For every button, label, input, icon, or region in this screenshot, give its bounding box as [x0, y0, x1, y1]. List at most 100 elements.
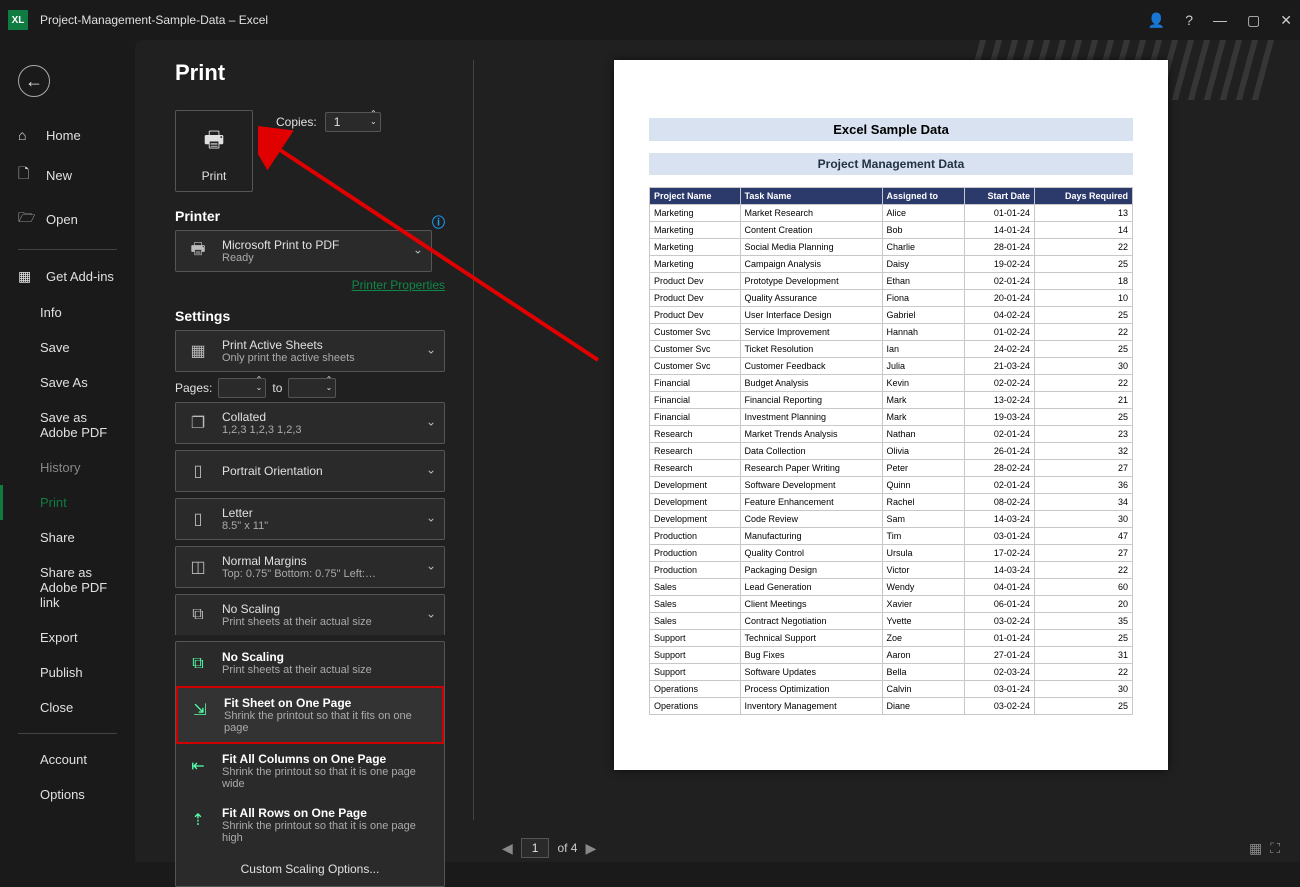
page-navigation: ◀ 1 of 4 ▶ ▦ ⛶: [502, 828, 1280, 862]
print-what-dropdown[interactable]: ▦ Print Active Sheets Only print the act…: [175, 330, 445, 372]
printer-device-icon: 🖶: [184, 237, 212, 265]
table-row: Customer SvcCustomer FeedbackJulia21-03-…: [650, 358, 1133, 375]
table-header: Project Name: [650, 188, 741, 205]
nav-open[interactable]: 🗁Open: [0, 197, 135, 241]
fit-cols-icon: ⇤: [184, 752, 212, 780]
nav-share[interactable]: Share: [0, 520, 135, 555]
printer-info-icon[interactable]: ⓘ: [432, 212, 445, 231]
table-row: SupportSoftware UpdatesBella02-03-2422: [650, 664, 1133, 681]
nav-new[interactable]: 🗋New: [0, 153, 135, 197]
nav-options[interactable]: Options: [0, 777, 135, 812]
paper-desc: 8.5" x 11": [222, 520, 268, 532]
paper-size-dropdown[interactable]: ▯ Letter 8.5" x 11": [175, 498, 445, 540]
scale-option-fit-rows[interactable]: ⇡ Fit All Rows on One Page Shrink the pr…: [176, 798, 444, 852]
nav-info[interactable]: Info: [0, 295, 135, 330]
nav-share-adobe[interactable]: Share as Adobe PDF link: [0, 555, 135, 620]
table-row: SalesLead GenerationWendy04-01-2460: [650, 579, 1133, 596]
page-title: Print: [175, 60, 445, 86]
scaling-options-flyout: ⧉ No Scaling Print sheets at their actua…: [175, 641, 445, 887]
print-preview-area: Excel Sample Data Project Management Dat…: [502, 60, 1300, 862]
orientation-label: Portrait Orientation: [222, 464, 323, 478]
nav-save-adobe[interactable]: Save as Adobe PDF: [0, 400, 135, 450]
excel-app-icon: XL: [8, 10, 28, 30]
back-button[interactable]: ←: [18, 65, 50, 97]
panel-divider: [473, 60, 474, 820]
no-scale-icon: ⧉: [184, 650, 212, 678]
nav-save[interactable]: Save: [0, 330, 135, 365]
window-title: Project-Management-Sample-Data – Excel: [40, 13, 268, 27]
show-margins-icon[interactable]: ▦: [1249, 840, 1262, 857]
fit-sheet-title: Fit Sheet on One Page: [224, 696, 434, 710]
backstage-sidebar: ← ⌂Home 🗋New 🗁Open ▦Get Add-ins Info Sav…: [0, 40, 135, 862]
pages-from-spinner[interactable]: [218, 378, 266, 398]
orientation-dropdown[interactable]: ▯ Portrait Orientation: [175, 450, 445, 492]
fit-cols-title: Fit All Columns on One Page: [222, 752, 436, 766]
close-icon[interactable]: ✕: [1280, 12, 1292, 29]
table-row: DevelopmentCode ReviewSam14-03-2430: [650, 511, 1133, 528]
preview-table: Project NameTask NameAssigned toStart Da…: [649, 187, 1133, 715]
scaling-icon: ⧉: [184, 601, 212, 629]
printer-dropdown[interactable]: 🖶 Microsoft Print to PDF Ready: [175, 230, 432, 272]
table-row: ProductionManufacturingTim03-01-2447: [650, 528, 1133, 545]
prev-page-button[interactable]: ◀: [502, 840, 513, 857]
scaling-desc: Print sheets at their actual size: [222, 616, 372, 628]
fit-sheet-icon: ⇲: [186, 696, 214, 724]
table-row: Customer SvcTicket ResolutionIan24-02-24…: [650, 341, 1133, 358]
scale-option-custom[interactable]: Custom Scaling Options...: [176, 852, 444, 886]
table-row: ProductionQuality ControlUrsula17-02-242…: [650, 545, 1133, 562]
open-icon: 🗁: [18, 207, 36, 231]
copies-spinner[interactable]: 1: [325, 112, 381, 132]
print-active-desc: Only print the active sheets: [222, 352, 355, 364]
fit-rows-title: Fit All Rows on One Page: [222, 806, 436, 820]
fit-rows-desc: Shrink the printout so that it is one pa…: [222, 820, 436, 844]
scaling-dropdown[interactable]: ⧉ No Scaling Print sheets at their actua…: [175, 594, 445, 635]
printer-status: Ready: [222, 252, 339, 264]
scale-option-fit-cols[interactable]: ⇤ Fit All Columns on One Page Shrink the…: [176, 744, 444, 798]
printer-name: Microsoft Print to PDF: [222, 238, 339, 252]
no-scale-desc: Print sheets at their actual size: [222, 664, 372, 676]
table-row: ResearchData CollectionOlivia26-01-2432: [650, 443, 1133, 460]
page-total-label: of 4: [557, 841, 577, 855]
scale-option-no-scaling[interactable]: ⧉ No Scaling Print sheets at their actua…: [176, 642, 444, 686]
scale-option-fit-sheet[interactable]: ⇲ Fit Sheet on One Page Shrink the print…: [176, 686, 444, 744]
maximize-icon[interactable]: ▢: [1247, 12, 1260, 29]
zoom-to-page-icon[interactable]: ⛶: [1270, 840, 1280, 857]
print-button[interactable]: 🖶 Print: [175, 110, 253, 192]
preview-title1: Excel Sample Data: [649, 118, 1133, 141]
table-header: Task Name: [740, 188, 882, 205]
nav-account[interactable]: Account: [0, 742, 135, 777]
home-icon: ⌂: [18, 127, 36, 143]
addins-icon: ▦: [18, 268, 36, 285]
table-row: MarketingSocial Media PlanningCharlie28-…: [650, 239, 1133, 256]
margins-desc: Top: 0.75" Bottom: 0.75" Left:…: [222, 568, 376, 580]
new-icon: 🗋: [18, 163, 36, 187]
nav-home[interactable]: ⌂Home: [0, 117, 135, 153]
nav-history[interactable]: History: [0, 450, 135, 485]
nav-print[interactable]: Print: [0, 485, 135, 520]
help-icon[interactable]: ?: [1185, 12, 1193, 28]
print-button-label: Print: [202, 169, 227, 183]
nav-publish[interactable]: Publish: [0, 655, 135, 690]
paper-title: Letter: [222, 506, 268, 520]
pages-to-spinner[interactable]: [288, 378, 336, 398]
minimize-icon[interactable]: —: [1213, 12, 1227, 28]
preview-page: Excel Sample Data Project Management Dat…: [614, 60, 1168, 770]
printer-section-title: Printer ⓘ: [175, 208, 445, 224]
portrait-icon: ▯: [184, 457, 212, 485]
nav-close[interactable]: Close: [0, 690, 135, 725]
collation-dropdown[interactable]: ❐ Collated 1,2,3 1,2,3 1,2,3: [175, 402, 445, 444]
nav-addins[interactable]: ▦Get Add-ins: [0, 258, 135, 295]
nav-export[interactable]: Export: [0, 620, 135, 655]
account-icon[interactable]: 👤: [1148, 12, 1165, 29]
table-row: FinancialBudget AnalysisKevin02-02-2422: [650, 375, 1133, 392]
fit-rows-icon: ⇡: [184, 806, 212, 834]
printer-properties-link[interactable]: Printer Properties: [175, 278, 445, 292]
table-header: Days Required: [1034, 188, 1132, 205]
margins-dropdown[interactable]: ◫ Normal Margins Top: 0.75" Bottom: 0.75…: [175, 546, 445, 588]
nav-saveas[interactable]: Save As: [0, 365, 135, 400]
table-row: FinancialInvestment PlanningMark19-03-24…: [650, 409, 1133, 426]
current-page-input[interactable]: 1: [521, 838, 550, 858]
table-row: SupportTechnical SupportZoe01-01-2425: [650, 630, 1133, 647]
table-row: DevelopmentSoftware DevelopmentQuinn02-0…: [650, 477, 1133, 494]
next-page-button[interactable]: ▶: [585, 840, 596, 857]
